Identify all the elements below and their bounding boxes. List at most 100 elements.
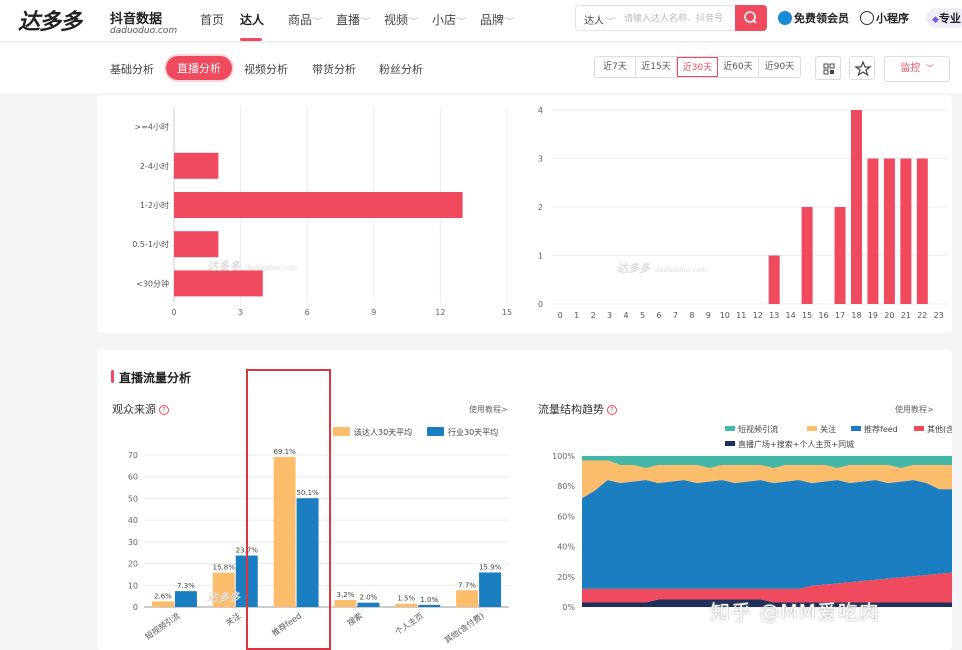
chart-watermark: 达多多: [207, 260, 241, 273]
bar-data-label: 3.2%: [337, 591, 355, 599]
hour-bar: [850, 110, 862, 304]
y-tick-label: 0%: [562, 603, 575, 612]
analysis-tab[interactable]: 带货分析: [312, 61, 356, 77]
chevron-down-icon: ﹀: [410, 17, 419, 26]
favorite-button[interactable]: [849, 56, 875, 80]
traffic-section-title: 直播流量分析: [119, 371, 192, 385]
nav-item[interactable]: 商品 ﹀: [288, 11, 322, 28]
nav-item[interactable]: 小店 ﹀: [432, 11, 466, 28]
monitor-button[interactable]: 监控 ﹀: [884, 56, 950, 82]
legend-swatch: [333, 427, 350, 436]
x-tick-label: 13: [769, 311, 779, 320]
analysis-tab[interactable]: 视频分析: [244, 61, 288, 77]
hour-bar: [883, 158, 895, 304]
source-bar: [151, 601, 174, 607]
date-range-button[interactable]: 近90天: [759, 57, 800, 77]
y-tick-label: 40: [128, 516, 138, 525]
legend-label: 短视频引流: [738, 424, 778, 434]
logo[interactable]: 达多多 抖音数据 daduoduo.com: [18, 4, 177, 36]
date-range-button[interactable]: 近30天: [677, 57, 718, 77]
legend-label: 其他(含付费): [927, 424, 952, 434]
legend-label: 关注: [820, 424, 836, 434]
nav-item[interactable]: 达人: [240, 11, 264, 28]
mini-program-link[interactable]: 小程序: [860, 10, 909, 26]
x-tick-label: 15: [502, 308, 512, 317]
duration-bar: [174, 270, 263, 297]
x-tick-label: 21: [901, 311, 911, 320]
x-tick-label: 17: [835, 311, 845, 320]
hour-bar: [867, 158, 879, 304]
qrcode-button[interactable]: [815, 56, 841, 80]
bar-data-label: 15.9%: [479, 563, 502, 571]
active-nav-underline: [240, 38, 262, 41]
search-type-select[interactable]: 达人 ﹀: [584, 12, 614, 27]
x-tick-label: 11: [736, 311, 746, 320]
nav-item[interactable]: 视频 ﹀: [384, 11, 418, 28]
analysis-tab[interactable]: 直播分析: [166, 56, 232, 80]
x-tick-label: 3: [238, 308, 243, 317]
mini-program-icon: [860, 11, 874, 25]
y-tick-label: 0.5-1小时: [132, 239, 169, 249]
y-tick-label: >=4小时: [135, 122, 170, 132]
logo-text: 达多多: [18, 10, 82, 35]
y-tick-label: 4: [538, 106, 543, 115]
diamond-icon: ◆: [932, 15, 939, 25]
y-tick-label: 10: [128, 581, 138, 590]
nav-item-label: 直播: [336, 13, 361, 27]
sub-navigation: 基础分析 直播分析 视频分析 带货分析 粉丝分析 近7天 近15天 近30天 近60天 近90天…: [0, 43, 962, 93]
nav-item[interactable]: 首页: [200, 11, 224, 28]
nav-item-label: 视频: [384, 13, 409, 27]
x-tick-label: 8: [689, 311, 694, 320]
x-tick-label: 18: [851, 311, 861, 320]
search-badge-icon: [778, 11, 792, 25]
chart-watermark-domain: daduoduo.com: [655, 266, 707, 274]
source-bar: [174, 591, 197, 607]
date-range-group: 近7天 近15天 近30天 近60天 近90天: [594, 56, 801, 78]
hour-bar: [900, 158, 912, 304]
hour-bar-chart: 012340 1 2 3 4 5 6 7 8 9 10 11 12 13 14 15 16 17 18 19 20 21 2…: [538, 106, 947, 320]
nav-item-label: 商品: [288, 13, 313, 27]
free-member-link[interactable]: 免费领会员: [778, 10, 849, 26]
pro-button[interactable]: ◆专业: [926, 8, 962, 28]
x-tick-label: 4: [624, 311, 629, 320]
x-tick-label: 3: [607, 311, 612, 320]
nav-item-label: 达人: [240, 13, 265, 27]
y-tick-label: 60: [128, 473, 138, 482]
analysis-tab[interactable]: 粉丝分析: [379, 61, 423, 77]
analysis-tab[interactable]: 基础分析: [110, 61, 154, 77]
search-input[interactable]: [624, 10, 734, 28]
y-tick-label: 30: [128, 538, 138, 547]
y-tick-label: 20%: [557, 573, 575, 582]
x-tick-label: 19: [868, 311, 878, 320]
y-tick-label: 0: [538, 300, 543, 309]
x-tick-label: 0: [558, 311, 563, 320]
duration-card: 0 3 6 9 12 15 <30分钟 0.5-1小时 1-2小时 2-4小时 >=4小时 达多多 da…: [97, 95, 952, 333]
bar-data-label: 1.0%: [420, 596, 438, 604]
chart-watermark: 达多多: [617, 262, 651, 275]
y-tick-label: <30分钟: [136, 278, 169, 288]
x-tick-label: 1: [574, 311, 579, 320]
qrcode-icon: [823, 63, 835, 75]
x-tick-label: 14: [786, 311, 796, 320]
x-tick-label: 2: [591, 311, 596, 320]
nav-item[interactable]: 品牌 ﹀: [480, 11, 514, 28]
date-range-button[interactable]: 近7天: [595, 57, 636, 77]
search-button[interactable]: [735, 5, 767, 31]
y-tick-label: 1-2小时: [140, 200, 169, 210]
source-bar: [395, 603, 418, 607]
search-icon: [744, 11, 757, 24]
legend-swatch: [427, 427, 444, 436]
nav-item-label: 小店: [432, 13, 457, 27]
x-tick-label: 23: [934, 311, 944, 320]
x-tick-label: 9: [371, 308, 376, 317]
nav-item[interactable]: 直播 ﹀: [336, 11, 370, 28]
y-tick-label: 1: [538, 252, 543, 261]
area-band: [582, 480, 952, 589]
y-tick-label: 80%: [557, 482, 575, 491]
chevron-down-icon: ﹀: [458, 17, 467, 26]
bar-data-label: 7.7%: [458, 581, 476, 589]
source-bar: [479, 572, 502, 607]
date-range-button[interactable]: 近60天: [718, 57, 759, 77]
date-range-button[interactable]: 近15天: [636, 57, 677, 77]
duration-bar: [174, 192, 463, 218]
